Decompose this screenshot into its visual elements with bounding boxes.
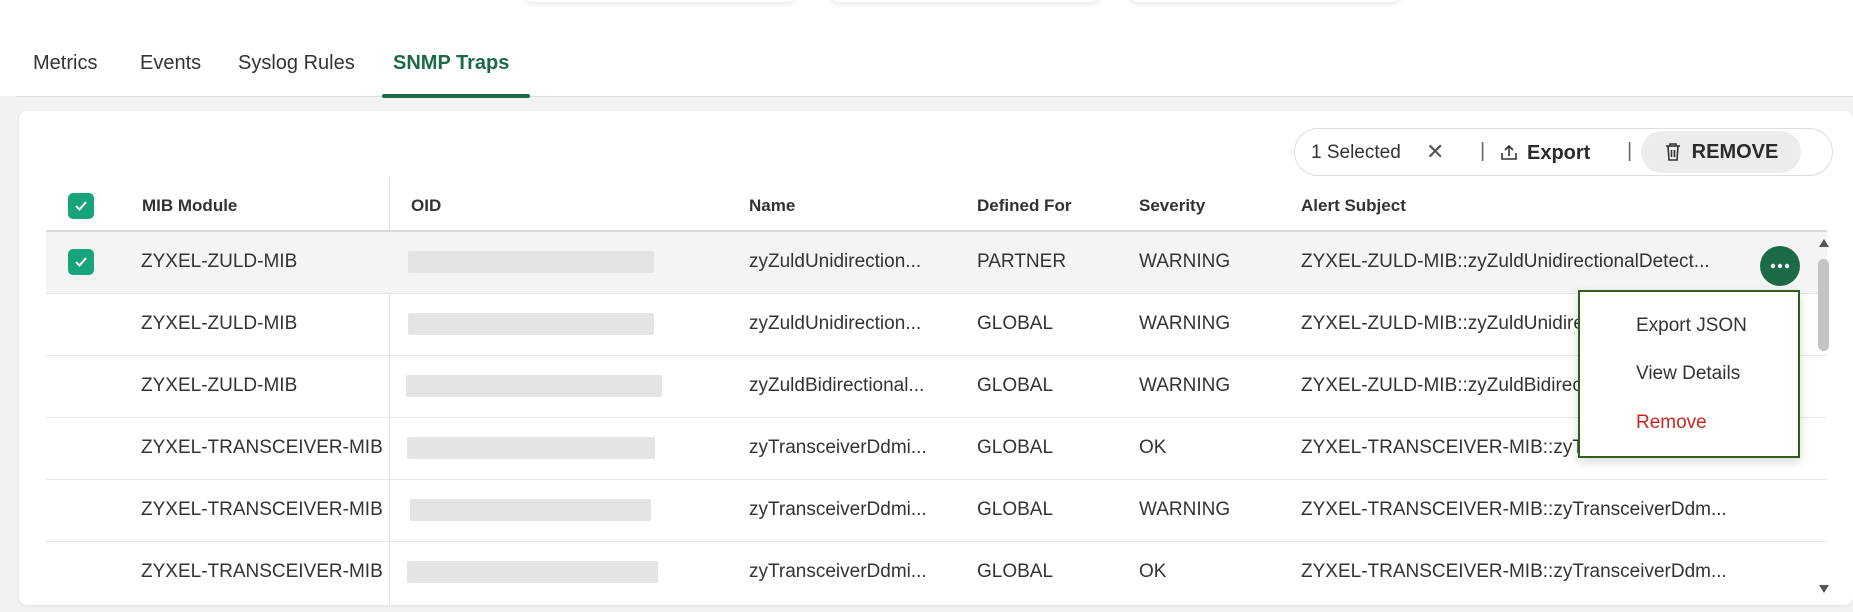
cell-defined-for: GLOBAL	[977, 499, 1054, 520]
cell-severity: OK	[1139, 561, 1167, 582]
check-icon	[75, 257, 87, 267]
trash-icon	[1665, 143, 1680, 161]
oid-placeholder	[407, 437, 655, 459]
scroll-down-icon[interactable]	[1818, 584, 1830, 594]
menu-item-view-details[interactable]: View Details	[1636, 363, 1740, 385]
cell-severity: OK	[1139, 437, 1167, 458]
cell-name: zyTransceiverDdmi...	[749, 437, 927, 458]
column-header-mib-module[interactable]: MIB Module	[142, 196, 237, 216]
cell-name: zyTransceiverDdmi...	[749, 561, 927, 582]
selection-toolbar: 1 Selected ✕ | Export | REMOVE	[1294, 128, 1833, 176]
cell-name: zyTransceiverDdmi...	[749, 499, 927, 520]
filter-pill[interactable]	[830, 0, 1100, 2]
cell-name: zyZuldBidirectional...	[749, 375, 925, 396]
scroll-up-icon[interactable]	[1818, 238, 1830, 248]
cell-defined-for: GLOBAL	[977, 313, 1054, 334]
tab-metrics[interactable]: Metrics	[33, 52, 97, 75]
column-header-severity[interactable]: Severity	[1139, 196, 1205, 216]
cell-defined-for: GLOBAL	[977, 375, 1054, 396]
cell-name: zyZuldUnidirection...	[749, 313, 922, 334]
cell-alert-subject: ZYXEL-TRANSCEIVER-MIB::zyTra	[1301, 437, 1601, 458]
clear-selection-icon[interactable]: ✕	[1426, 139, 1444, 165]
cell-alert-subject: ZYXEL-TRANSCEIVER-MIB::zyTransceiverDdm.…	[1301, 561, 1727, 582]
cell-alert-subject: ZYXEL-TRANSCEIVER-MIB::zyTransceiverDdm.…	[1301, 499, 1727, 520]
active-tab-indicator	[382, 94, 530, 98]
oid-placeholder	[408, 313, 654, 335]
remove-button[interactable]: REMOVE	[1641, 131, 1801, 173]
filter-pill[interactable]	[1130, 0, 1400, 2]
column-header-oid[interactable]: OID	[411, 196, 441, 216]
table-row[interactable]: ZYXEL-ZULD-MIB zyZuldUnidirection... PAR…	[46, 232, 1827, 294]
cell-mib-module: ZYXEL-TRANSCEIVER-MIB	[141, 499, 383, 520]
cell-defined-for: GLOBAL	[977, 437, 1054, 458]
table-row[interactable]: ZYXEL-TRANSCEIVER-MIB zyTransceiverDdmi.…	[46, 542, 1827, 604]
cell-severity: WARNING	[1139, 313, 1231, 334]
cell-mib-module: ZYXEL-TRANSCEIVER-MIB	[141, 561, 383, 582]
cell-mib-module: ZYXEL-ZULD-MIB	[141, 375, 298, 396]
cell-alert-subject: ZYXEL-ZULD-MIB::zyZuldBidirec	[1301, 375, 1582, 396]
table-row[interactable]: ZYXEL-ZULD-MIB zyZuldBidirectional... GL…	[46, 356, 1827, 418]
menu-item-export-json[interactable]: Export JSON	[1636, 315, 1747, 337]
column-header-name[interactable]: Name	[749, 196, 795, 216]
cell-defined-for: PARTNER	[977, 251, 1067, 272]
cell-mib-module: ZYXEL-ZULD-MIB	[141, 313, 298, 334]
cell-alert-subject: ZYXEL-ZULD-MIB::zyZuldUnidirectionalDete…	[1301, 251, 1710, 272]
column-header-defined-for[interactable]: Defined For	[977, 196, 1071, 216]
cell-severity: WARNING	[1139, 499, 1231, 520]
tab-bar: Metrics Events Syslog Rules SNMP Traps	[16, 40, 1853, 98]
table-row[interactable]: ZYXEL-ZULD-MIB zyZuldUnidirection... GLO…	[46, 294, 1827, 356]
separator: |	[1480, 140, 1486, 162]
tab-events[interactable]: Events	[140, 52, 201, 75]
table-scrollbar[interactable]	[1815, 236, 1833, 596]
check-icon	[75, 201, 87, 211]
cell-name: zyZuldUnidirection...	[749, 251, 922, 272]
tab-snmp-traps[interactable]: SNMP Traps	[393, 52, 509, 75]
tab-syslog-rules[interactable]: Syslog Rules	[238, 52, 355, 75]
cell-defined-for: GLOBAL	[977, 561, 1054, 582]
select-all-checkbox[interactable]	[68, 193, 94, 219]
scroll-thumb[interactable]	[1818, 259, 1829, 351]
separator: |	[1627, 140, 1633, 162]
export-button[interactable]: Export	[1499, 139, 1590, 167]
column-header-alert-subject[interactable]: Alert Subject	[1301, 196, 1406, 216]
row-checkbox[interactable]	[68, 249, 94, 275]
table-row[interactable]: ZYXEL-TRANSCEIVER-MIB zyTransceiverDdmi.…	[46, 480, 1827, 542]
filter-pill[interactable]	[525, 0, 795, 2]
export-label: Export	[1527, 141, 1591, 164]
table-row[interactable]: ZYXEL-TRANSCEIVER-MIB zyTransceiverDdmi.…	[46, 418, 1827, 480]
cell-severity: WARNING	[1139, 251, 1231, 272]
menu-item-remove[interactable]: Remove	[1636, 412, 1707, 434]
row-context-menu: Export JSON View Details Remove	[1578, 290, 1800, 458]
more-horizontal-icon	[1770, 263, 1790, 269]
oid-placeholder	[406, 375, 662, 397]
export-icon	[1501, 144, 1517, 160]
cell-mib-module: ZYXEL-TRANSCEIVER-MIB	[141, 437, 383, 458]
oid-placeholder	[410, 499, 651, 521]
oid-placeholder	[407, 561, 658, 583]
table-header: MIB Module OID Name Defined For Severity…	[46, 177, 1827, 232]
cell-severity: WARNING	[1139, 375, 1231, 396]
row-actions-button[interactable]	[1760, 246, 1800, 286]
cell-alert-subject: ZYXEL-ZULD-MIB::zyZuldUnidire	[1301, 313, 1584, 334]
oid-placeholder	[408, 251, 654, 273]
selected-count: 1 Selected	[1311, 142, 1401, 163]
cell-mib-module: ZYXEL-ZULD-MIB	[141, 251, 298, 272]
remove-label: REMOVE	[1691, 140, 1779, 163]
